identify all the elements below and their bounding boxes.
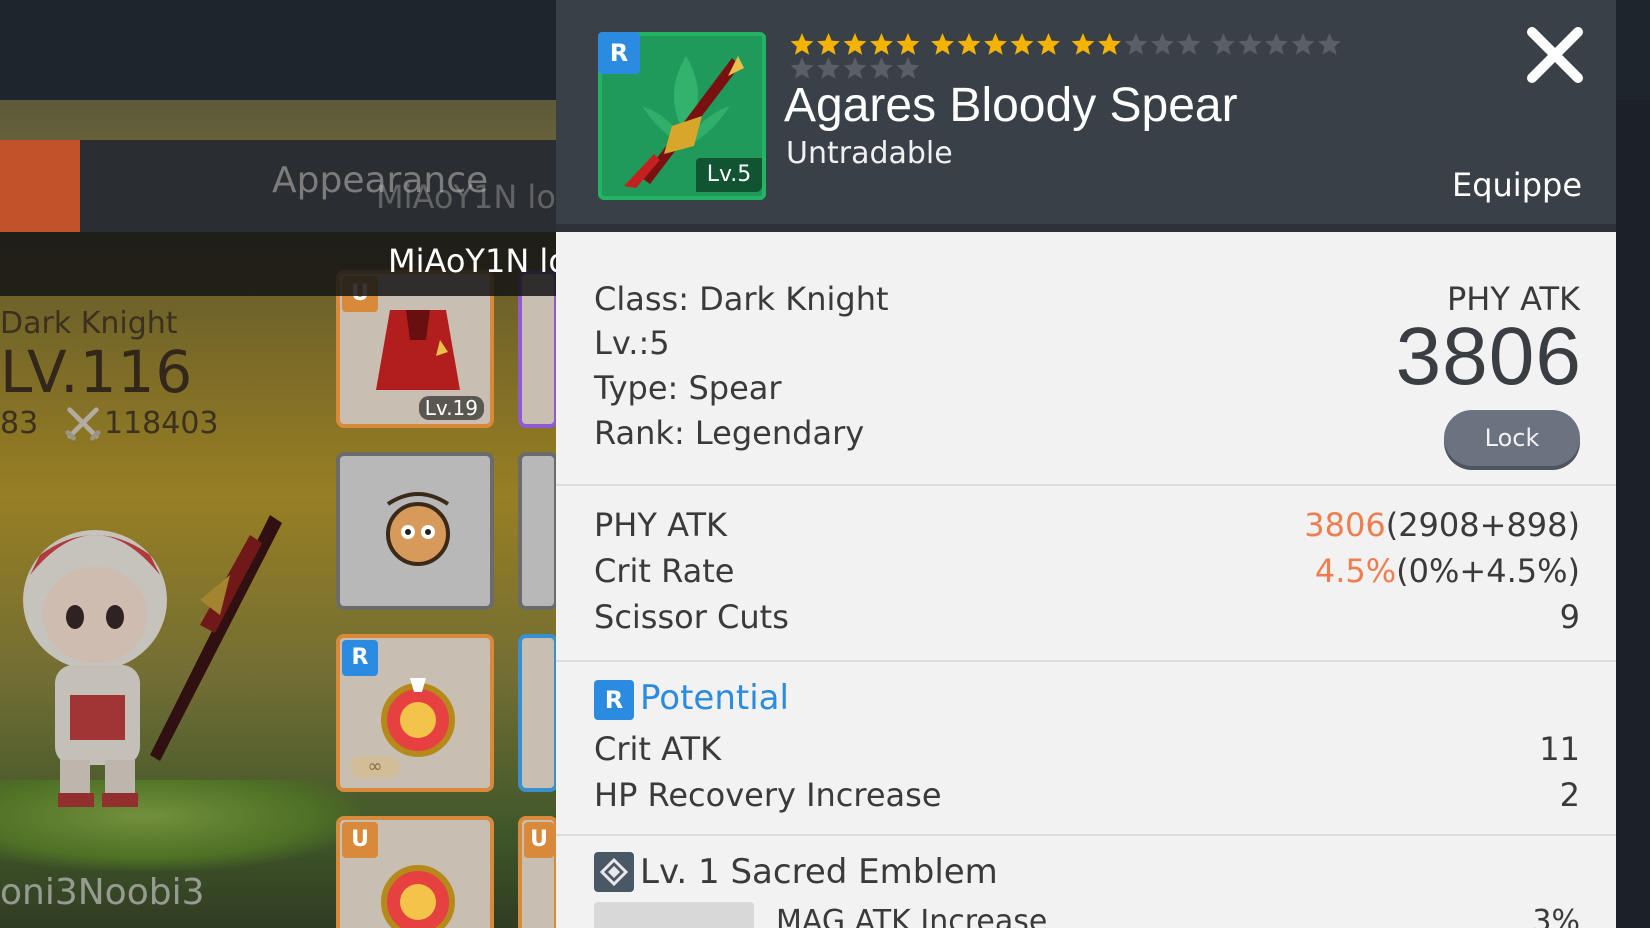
stat-highlight: 4.5% bbox=[1314, 552, 1397, 590]
diamond-icon bbox=[599, 857, 629, 887]
star-icon bbox=[1265, 33, 1288, 55]
equipment-slot[interactable] bbox=[518, 634, 558, 792]
emblem-title: Lv. 1 Sacred Emblem bbox=[640, 852, 998, 892]
stat-value: 4.5%(0%+4.5%) bbox=[1315, 552, 1580, 590]
equipment-slot[interactable] bbox=[518, 452, 558, 610]
close-icon[interactable] bbox=[1520, 20, 1590, 90]
potential-rank-badge: R bbox=[594, 680, 634, 720]
stat-value: 9 bbox=[1560, 598, 1580, 636]
potential-value: 2 bbox=[1559, 776, 1580, 814]
potential-value: 11 bbox=[1539, 730, 1580, 768]
star-icon bbox=[1071, 33, 1095, 55]
star-icon bbox=[1291, 33, 1315, 55]
star-icon bbox=[870, 33, 893, 55]
emblem-slot bbox=[594, 902, 754, 928]
star-icon bbox=[843, 33, 867, 55]
lock-button[interactable]: Lock bbox=[1444, 410, 1580, 466]
tab-active-marker[interactable] bbox=[0, 140, 80, 232]
potential-title: Potential bbox=[640, 678, 789, 718]
stat-highlight: 3806 bbox=[1304, 506, 1386, 544]
item-detail-panel: R Lv.5 Agares Bloody Spear Untradable Eq… bbox=[556, 0, 1616, 928]
star-icon bbox=[1037, 33, 1060, 55]
divider bbox=[556, 834, 1616, 836]
star-icon bbox=[1151, 33, 1174, 55]
star-icon bbox=[957, 33, 981, 55]
ring-icon bbox=[381, 865, 455, 928]
equipment-slot[interactable] bbox=[336, 452, 494, 610]
equipment-slot[interactable]: U bbox=[518, 816, 558, 928]
item-rank-badge: R bbox=[598, 32, 640, 74]
emblem-stat-value: 3% bbox=[1532, 904, 1580, 928]
star-icon bbox=[843, 57, 867, 79]
main-stat-value: 3806 bbox=[1395, 311, 1582, 402]
star-icon bbox=[790, 33, 814, 55]
item-header: R Lv.5 Agares Bloody Spear Untradable Eq… bbox=[556, 0, 1616, 232]
equipment-slot[interactable]: U bbox=[336, 816, 494, 928]
red-cape-icon bbox=[376, 310, 460, 390]
stat-detail: 9 bbox=[1559, 598, 1580, 636]
stat-detail: (0%+4.5%) bbox=[1396, 552, 1580, 590]
stat-detail: (2908+898) bbox=[1385, 506, 1580, 544]
equipment-slot[interactable]: R ∞ bbox=[336, 634, 494, 792]
star-icon bbox=[1318, 33, 1341, 55]
star-icon bbox=[870, 57, 893, 79]
item-name: Agares Bloody Spear bbox=[784, 79, 1238, 132]
infinity-icon: ∞ bbox=[350, 756, 400, 778]
potential-label: HP Recovery Increase bbox=[594, 776, 942, 814]
star-icon bbox=[1124, 33, 1148, 55]
stat-label: Scissor Cuts bbox=[594, 598, 789, 636]
item-icon-level: Lv.5 bbox=[696, 158, 762, 192]
divider bbox=[556, 484, 1616, 486]
stat-label: PHY ATK bbox=[594, 506, 728, 544]
star-icon bbox=[1238, 33, 1262, 55]
star-icon bbox=[790, 57, 814, 79]
info-rank: Rank: Legendary bbox=[594, 414, 865, 452]
potential-label: Crit ATK bbox=[594, 730, 722, 768]
star-icon bbox=[931, 33, 954, 55]
divider bbox=[556, 660, 1616, 662]
star-icon bbox=[896, 33, 920, 55]
pendant-icon bbox=[386, 492, 450, 566]
emblem-stat-label: MAG ATK Increase bbox=[776, 904, 1048, 928]
info-level: Lv.:5 bbox=[594, 324, 670, 362]
star-icon bbox=[1098, 33, 1121, 55]
trade-status: Untradable bbox=[786, 136, 953, 171]
emblem-icon bbox=[594, 852, 634, 892]
equip-status: Equippe bbox=[1451, 166, 1582, 204]
info-class: Class: Dark Knight bbox=[594, 280, 889, 318]
star-icon bbox=[1010, 33, 1034, 55]
star-icon bbox=[896, 57, 920, 79]
star-icon bbox=[817, 33, 840, 55]
info-type: Type: Spear bbox=[594, 369, 782, 407]
star-icon bbox=[817, 57, 840, 79]
stat-label: Crit Rate bbox=[594, 552, 735, 590]
slot-rank-badge: U bbox=[524, 822, 554, 858]
star-icon bbox=[1177, 33, 1201, 55]
slot-level: Lv.19 bbox=[418, 396, 484, 420]
stat-value: 3806(2908+898) bbox=[1304, 506, 1580, 544]
star-icon bbox=[1212, 33, 1235, 55]
ring-icon bbox=[381, 678, 455, 757]
star-icon bbox=[984, 33, 1007, 55]
